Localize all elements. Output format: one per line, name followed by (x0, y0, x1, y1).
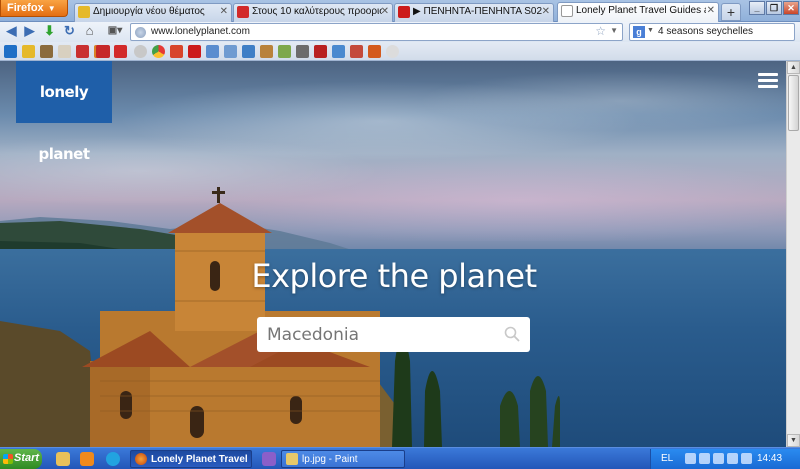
247-bookmark-icon[interactable] (96, 45, 110, 58)
close-tab-icon[interactable]: ✕ (542, 6, 550, 17)
destination-search-input[interactable] (257, 317, 497, 352)
globe-bookmark-icon[interactable] (134, 45, 147, 58)
warning-bookmark-icon[interactable] (22, 45, 35, 58)
bookmarks-toolbar (0, 42, 800, 61)
image-bookmark-icon[interactable] (40, 45, 53, 58)
water-bookmark-icon[interactable] (332, 45, 345, 58)
volume-tray-icon[interactable] (727, 453, 738, 464)
taskbar-paint-window[interactable]: lp.jpg - Paint (281, 450, 405, 468)
vlc-quicklaunch-icon[interactable] (80, 452, 94, 466)
new-tab-button[interactable]: + (721, 3, 741, 21)
taskbar-firefox-window[interactable]: Lonely Planet Travel ... (130, 450, 252, 468)
book-bookmark-icon[interactable] (314, 45, 327, 58)
expand-tray-icon[interactable] (685, 453, 696, 464)
hero-title: Explore the planet (251, 257, 537, 295)
reload-icon[interactable]: ↻ (62, 24, 77, 39)
firefox-menu-button[interactable]: Firefox ▼ (0, 0, 68, 17)
pen-bookmark-icon[interactable] (58, 45, 71, 58)
tab-0[interactable]: Δημιουργία νέου θέματος ✕ (74, 3, 232, 22)
hamburger-menu-icon[interactable] (758, 73, 778, 89)
page-viewport: lonely planet Explore the planet (0, 61, 786, 447)
forward-arrow-icon[interactable]: ▶ (22, 24, 37, 39)
usb-tray-icon[interactable] (699, 453, 710, 464)
restore-button[interactable]: ❐ (766, 1, 782, 15)
warning-sign-icon (78, 6, 90, 18)
clock-bookmark-icon[interactable] (386, 45, 399, 58)
mail-bookmark-icon[interactable] (206, 45, 219, 58)
back-arrow-icon[interactable]: ◀ (4, 24, 19, 39)
search-bar-text: 4 seasons seychelles (658, 26, 754, 37)
security-tray-icon[interactable] (741, 453, 752, 464)
close-tab-icon[interactable]: ✕ (707, 5, 715, 16)
scroll-up-arrow-icon[interactable]: ▲ (787, 61, 800, 74)
globe-icon (135, 27, 146, 38)
tab-2[interactable]: ▶ ΠΕΝΗΝΤΑ-ΠΕΝΗΝΤΑ S02 E6 (... ✕ (394, 3, 554, 22)
tab-title: Στους 10 καλύτερους προορισμ... (252, 6, 382, 17)
chevron-down-icon[interactable]: ▼ (647, 27, 654, 34)
tab-1[interactable]: Στους 10 καλύτερους προορισμ... ✕ (233, 3, 393, 22)
close-tab-icon[interactable]: ✕ (381, 6, 389, 17)
outlook-bookmark-icon[interactable] (4, 45, 17, 58)
folder-quicklaunch-icon[interactable] (56, 452, 70, 466)
url-text: www.lonelyplanet.com (151, 26, 250, 37)
tab-3[interactable]: Lonely Planet Travel Guides and... ✕ (557, 2, 719, 22)
people-bookmark-icon[interactable] (278, 45, 291, 58)
page-scrollbar[interactable]: ▲ ▼ (786, 61, 800, 447)
page-icon (561, 5, 573, 17)
windows-taskbar: Start Lonely Planet Travel ... lp.jpg - … (0, 447, 800, 469)
tab-title: Lonely Planet Travel Guides and... (576, 5, 706, 16)
firefox-icon (135, 453, 147, 465)
blogger-bookmark-icon[interactable] (368, 45, 381, 58)
firefox-menu-label: Firefox (7, 2, 44, 14)
tab-bar: Firefox ▼ Δημιουργία νέου θέματος ✕ Στους… (0, 0, 800, 22)
new-tab-label: + (726, 4, 736, 20)
start-label: Start (14, 452, 40, 464)
app-quicklaunch-icon[interactable] (262, 452, 276, 466)
search-bar[interactable]: g ▼ 4 seasons seychelles (629, 23, 795, 41)
lifo-icon (237, 6, 249, 18)
logo-text: lonely planet (38, 83, 90, 163)
task-label: Lonely Planet Travel ... (151, 454, 252, 465)
chevron-down-icon[interactable]: ▼ (610, 26, 618, 35)
church-cliff-scene (0, 187, 560, 447)
task-label: lp.jpg - Paint (302, 454, 358, 465)
lonely-planet-logo[interactable]: lonely planet (16, 61, 112, 163)
close-tab-icon[interactable]: ✕ (220, 6, 228, 17)
windows-logo-icon (3, 454, 13, 464)
lifo-bookmark-icon[interactable] (114, 45, 127, 58)
chrome-bookmark-icon[interactable] (152, 45, 165, 58)
scrollbar-thumb[interactable] (788, 75, 799, 131)
bookmark-star-icon[interactable]: ☆ (595, 24, 606, 38)
home-icon[interactable]: ⌂ (82, 24, 97, 39)
youtube-bookmark-icon[interactable] (188, 45, 201, 58)
chevron-down-icon: ▼ (47, 4, 56, 13)
system-tray: EL 14:43 (650, 449, 800, 469)
language-indicator[interactable]: EL (661, 453, 673, 464)
destination-search-box[interactable] (257, 317, 530, 352)
translate-bookmark-icon[interactable] (224, 45, 237, 58)
tab-title: ▶ ΠΕΝΗΝΤΑ-ΠΕΝΗΝΤΑ S02 E6 (... (413, 6, 543, 17)
close-window-button[interactable]: ✕ (783, 1, 799, 15)
youtube-icon (398, 6, 410, 18)
brush-bookmark-icon[interactable] (260, 45, 273, 58)
scroll-down-arrow-icon[interactable]: ▼ (787, 434, 800, 447)
calendar-bookmark-icon[interactable] (296, 45, 309, 58)
chat-bookmark-icon[interactable] (242, 45, 255, 58)
network-tray-icon[interactable] (713, 453, 724, 464)
hat-bookmark-icon[interactable] (350, 45, 363, 58)
google-icon[interactable]: g (633, 26, 645, 38)
tab-title: Δημιουργία νέου θέματος (93, 6, 205, 17)
navigation-bar: ◀ ▶ ⬇ ↻ ⌂ ▣▾ www.lonelyplanet.com ☆ ▼ g … (0, 22, 800, 42)
google-plus-bookmark-icon[interactable] (170, 45, 183, 58)
arrow-bookmark-icon[interactable] (76, 45, 89, 58)
minimize-button[interactable]: _ (749, 1, 765, 15)
skype-quicklaunch-icon[interactable] (106, 452, 120, 466)
start-button[interactable]: Start (0, 449, 42, 469)
screenshot-dropdown-icon[interactable]: ▣▾ (104, 24, 126, 39)
url-bar[interactable]: www.lonelyplanet.com ☆ ▼ (130, 23, 623, 41)
search-icon[interactable] (504, 326, 520, 342)
download-arrow-icon[interactable]: ⬇ (42, 24, 57, 39)
clock: 14:43 (757, 453, 783, 464)
paint-icon (286, 453, 298, 465)
